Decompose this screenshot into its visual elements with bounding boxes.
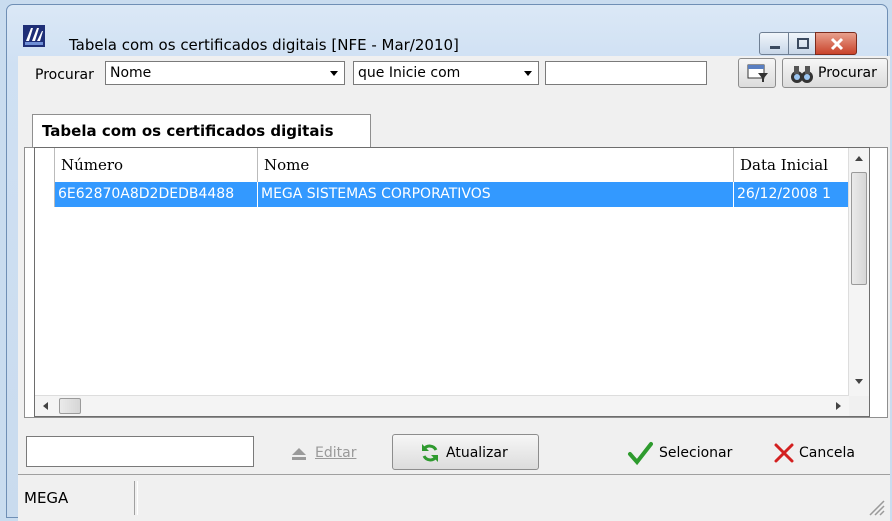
scroll-right-icon[interactable] <box>836 402 841 410</box>
minimize-icon <box>770 46 780 49</box>
vertical-scrollbar[interactable] <box>848 148 869 398</box>
row-indicator <box>35 182 55 207</box>
search-label: Procurar <box>35 67 94 83</box>
eject-icon <box>292 448 306 460</box>
close-button[interactable] <box>815 32 857 55</box>
horizontal-scrollbar[interactable] <box>35 395 849 416</box>
search-text-input[interactable] <box>545 61 707 85</box>
window-title: Tabela com os certificados digitais [NFE… <box>69 36 459 54</box>
status-divider <box>134 481 138 515</box>
refresh-icon <box>422 444 438 462</box>
search-button[interactable]: Procurar <box>782 58 888 88</box>
tab-certificados[interactable]: Tabela com os certificados digitais <box>32 114 371 148</box>
search-field-value: Nome <box>110 65 152 81</box>
select-button[interactable]: Selecionar <box>622 434 752 470</box>
search-field-combo[interactable]: Nome <box>105 61 345 85</box>
edit-button-label: Editar <box>315 445 357 461</box>
row-indicator-header <box>35 148 55 182</box>
refresh-button[interactable]: Atualizar <box>392 434 539 470</box>
maximize-icon <box>797 38 809 49</box>
scroll-corner <box>849 396 869 416</box>
code-input[interactable] <box>26 436 254 467</box>
filter-button[interactable] <box>738 58 776 88</box>
search-button-label: Procurar <box>818 65 877 81</box>
resize-grip-icon[interactable] <box>866 497 886 517</box>
column-header-nome[interactable]: Nome <box>258 148 734 182</box>
close-icon <box>830 37 844 51</box>
cell-numero[interactable]: 6E62870A8D2DEDB4488 <box>55 182 258 207</box>
dropdown-arrow-icon[interactable] <box>325 63 343 83</box>
cell-data-inicial[interactable]: 26/12/2008 1 <box>734 182 849 207</box>
filter-icon <box>747 64 768 82</box>
column-header-numero[interactable]: Número <box>55 148 258 182</box>
scroll-down-icon[interactable] <box>855 379 863 384</box>
checkmark-icon <box>628 442 653 466</box>
status-text: MEGA <box>24 489 69 507</box>
maximize-button[interactable] <box>788 32 816 55</box>
search-condition-combo[interactable]: que Inicie com <box>353 61 539 85</box>
search-condition-value: que Inicie com <box>358 65 461 81</box>
cancel-button-label: Cancela <box>799 445 856 461</box>
grid-header: Número Nome Data Inicial <box>35 148 849 183</box>
cancel-button[interactable]: Cancela <box>762 434 882 470</box>
refresh-button-label: Atualizar <box>446 445 508 461</box>
x-icon <box>774 443 794 463</box>
horizontal-scroll-thumb[interactable] <box>59 398 81 414</box>
binoculars-icon <box>791 66 813 83</box>
select-button-label: Selecionar <box>659 445 733 461</box>
app-logo-icon <box>23 25 45 47</box>
tab-label: Tabela com os certificados digitais <box>42 122 334 140</box>
column-header-data-inicial[interactable]: Data Inicial <box>734 148 849 182</box>
scroll-left-icon[interactable] <box>43 402 48 410</box>
vertical-scroll-thumb[interactable] <box>851 172 867 285</box>
certificates-grid: Número Nome Data Inicial 6E62870A8D2DEDB… <box>34 147 870 417</box>
status-bar: MEGA <box>18 474 890 521</box>
minimize-button[interactable] <box>759 32 789 55</box>
table-row[interactable]: 6E62870A8D2DEDB4488 MEGA SISTEMAS CORPOR… <box>35 182 849 207</box>
cell-nome[interactable]: MEGA SISTEMAS CORPORATIVOS <box>258 182 734 207</box>
scroll-up-icon[interactable] <box>855 156 863 161</box>
edit-button[interactable]: Editar <box>280 434 385 470</box>
dropdown-arrow-icon[interactable] <box>519 63 537 83</box>
